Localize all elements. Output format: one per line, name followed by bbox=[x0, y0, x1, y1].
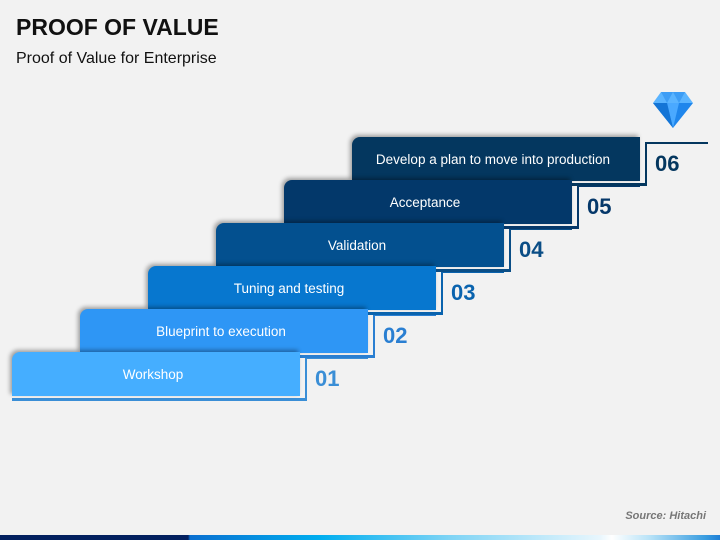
step-box-04: Validation bbox=[216, 223, 504, 267]
step-bracket-vertical bbox=[441, 271, 443, 315]
step-label: Validation bbox=[327, 237, 387, 253]
step-box-05: Acceptance bbox=[284, 180, 572, 224]
step-bracket-vertical bbox=[577, 185, 579, 229]
step-box-02: Blueprint to execution bbox=[80, 309, 368, 353]
diamond-icon bbox=[653, 92, 693, 128]
step-number: 05 bbox=[587, 194, 612, 219]
step-number: 03 bbox=[451, 280, 476, 305]
step-label: Develop a plan to move into production bbox=[375, 151, 611, 167]
step-box-01: Workshop bbox=[12, 352, 300, 396]
step-box-06: Develop a plan to move into production bbox=[352, 137, 640, 181]
step-label: Blueprint to execution bbox=[156, 323, 286, 339]
step-underline bbox=[12, 398, 305, 401]
step-box-03: Tuning and testing bbox=[148, 266, 436, 310]
footer-bar bbox=[0, 535, 720, 540]
step-bracket-vertical bbox=[373, 314, 375, 358]
step-bracket-vertical bbox=[645, 142, 647, 186]
page-subtitle: Proof of Value for Enterprise bbox=[16, 50, 217, 67]
step-label: Workshop bbox=[122, 366, 184, 382]
source-note: Source: Hitachi bbox=[625, 510, 706, 522]
step-bracket-vertical bbox=[305, 357, 307, 401]
page-title: PROOF OF VALUE bbox=[16, 14, 219, 40]
step-number: 04 bbox=[519, 237, 544, 262]
step-bracket-horizontal bbox=[645, 142, 708, 144]
step-bracket-vertical bbox=[509, 228, 511, 272]
step-label: Acceptance bbox=[389, 194, 461, 210]
step-number: 02 bbox=[383, 323, 408, 348]
step-number: 01 bbox=[315, 366, 340, 391]
step-label: Tuning and testing bbox=[233, 280, 345, 296]
step-number: 06 bbox=[655, 151, 680, 176]
